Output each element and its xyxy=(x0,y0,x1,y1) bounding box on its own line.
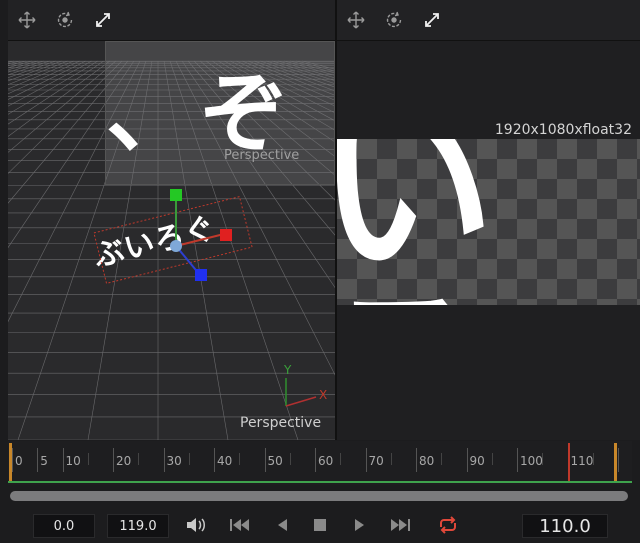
ruler-tick xyxy=(390,453,392,465)
loop-icon[interactable] xyxy=(436,514,460,536)
global-start-field[interactable]: 0.0 xyxy=(33,514,95,538)
viewer-right-toolbar xyxy=(337,0,640,41)
ruler-tick xyxy=(113,448,114,472)
ruler-label: 10 xyxy=(65,454,81,468)
ruler-label: 60 xyxy=(318,454,334,468)
ruler-tick xyxy=(365,448,367,472)
ruler-tick xyxy=(340,453,342,465)
go-to-end-icon[interactable] xyxy=(388,514,412,536)
playhead[interactable] xyxy=(567,443,570,481)
ruler-tick xyxy=(491,453,493,465)
ruler-label: 20 xyxy=(116,454,132,468)
ruler-tick xyxy=(517,448,518,472)
render-canvas[interactable]: いろ xyxy=(337,139,640,305)
ruler-label: 30 xyxy=(166,454,182,468)
ruler-tick xyxy=(62,448,64,472)
ruler-label: 100 xyxy=(520,454,543,468)
ruler-label: 90 xyxy=(469,454,485,468)
ruler-tick xyxy=(138,453,140,465)
ruler-tick xyxy=(188,453,190,465)
ghost-viewport: Perspective 、ぞ xyxy=(105,41,335,185)
axis-x-label: X xyxy=(319,388,328,402)
ruler-label: 70 xyxy=(368,454,384,468)
axis-y-label: Y xyxy=(284,363,292,377)
ruler-label: 80 xyxy=(419,454,435,468)
ruler-label: 5 xyxy=(40,454,48,468)
move-icon[interactable] xyxy=(343,7,369,33)
time-slider[interactable] xyxy=(10,491,628,501)
play-reverse-icon[interactable] xyxy=(270,514,294,536)
ruler-label: 0 xyxy=(15,454,23,468)
audio-icon[interactable] xyxy=(184,514,208,536)
ruler-tick xyxy=(618,448,619,472)
ruler-tick xyxy=(264,448,266,472)
ruler-tick xyxy=(12,448,13,472)
rotate-icon[interactable] xyxy=(52,7,78,33)
render-in-marker[interactable] xyxy=(9,443,12,481)
ruler-label: 110 xyxy=(570,454,594,468)
global-end-field[interactable]: 119.0 xyxy=(107,514,169,538)
stop-icon[interactable] xyxy=(308,514,332,536)
large-text-fragment: 、ぞ xyxy=(106,62,295,165)
viewer-right[interactable]: 1920x1080xfloat32 いろ xyxy=(337,0,640,440)
ruler-tick xyxy=(163,448,165,472)
render-out-marker[interactable] xyxy=(613,443,617,481)
viewer-left-toolbar xyxy=(8,0,335,41)
play-icon[interactable] xyxy=(348,514,372,536)
transport-bar: 0.0 119.0 110.0 xyxy=(0,505,640,543)
ruler-label: 40 xyxy=(217,454,233,468)
rotate-icon[interactable] xyxy=(381,7,407,33)
render-range-bar xyxy=(8,481,632,483)
go-to-start-icon[interactable] xyxy=(228,514,252,536)
scale-icon[interactable] xyxy=(419,7,445,33)
current-time-field[interactable]: 110.0 xyxy=(522,514,608,538)
render-text-fragment: いろ xyxy=(337,139,495,305)
move-icon[interactable] xyxy=(14,7,40,33)
ruler-tick xyxy=(416,448,417,472)
ruler-tick xyxy=(87,453,89,465)
ruler-tick xyxy=(466,448,468,472)
ruler-tick xyxy=(239,453,241,465)
ruler-tick xyxy=(289,453,291,465)
scale-icon[interactable] xyxy=(90,7,116,33)
perspective-scene[interactable]: Perspective 、ぞ ぶいろぐ Y X Perspective xyxy=(8,41,335,440)
ruler-label: 50 xyxy=(267,454,283,468)
ruler-tick xyxy=(441,453,443,465)
ruler-tick xyxy=(37,448,39,472)
viewer-left[interactable]: Perspective 、ぞ ぶいろぐ Y X Perspective xyxy=(8,0,335,440)
perspective-label: Perspective xyxy=(240,415,322,431)
ruler-tick xyxy=(315,448,316,472)
ruler-tick xyxy=(214,448,215,472)
resolution-label: 1920x1080xfloat32 xyxy=(494,122,632,138)
timeline-ruler[interactable]: 0 5 10 20 30 40 50 60 70 80 90 100 110 xyxy=(8,441,632,485)
